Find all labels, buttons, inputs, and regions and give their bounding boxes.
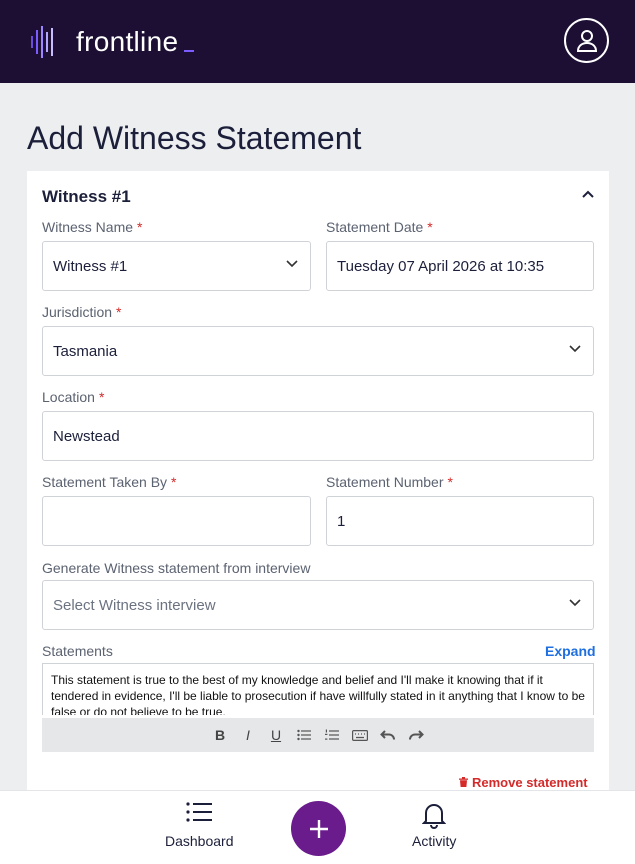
nav-activity[interactable]: Activity [412, 801, 456, 849]
nav-dashboard-label: Dashboard [165, 833, 234, 849]
statement-number-label: Statement Number * [326, 474, 453, 490]
user-icon [576, 29, 597, 52]
redo-icon[interactable] [408, 729, 424, 741]
witness-name-select[interactable]: Witness #1 [42, 241, 311, 291]
location-value: Newstead [53, 427, 120, 445]
keyboard-icon[interactable] [352, 729, 368, 741]
plus-icon [309, 819, 328, 838]
trash-icon [459, 777, 468, 787]
witness-name-value: Witness #1 [53, 257, 128, 275]
chevron-up-icon[interactable] [581, 189, 595, 199]
nav-dashboard[interactable]: Dashboard [165, 801, 234, 849]
statements-label: Statements [42, 643, 113, 659]
brand-name: frontline [76, 26, 179, 57]
numbered-list-icon[interactable] [324, 729, 340, 741]
statement-date-label: Statement Date * [326, 219, 433, 235]
location-label: Location * [42, 389, 105, 405]
statement-editor[interactable]: This statement is true to the best of my… [42, 663, 594, 715]
top-bar: frontline [0, 0, 635, 83]
statement-number-input[interactable]: 1 [326, 496, 594, 546]
jurisdiction-value: Tasmania [53, 342, 118, 360]
add-button[interactable] [291, 801, 346, 856]
bottom-nav: Dashboard Activity [0, 790, 635, 864]
interview-placeholder: Select Witness interview [53, 596, 216, 614]
chevron-down-icon [286, 260, 298, 268]
bullet-list-icon[interactable] [296, 729, 312, 741]
statement-date-value: Tuesday 07 April 2026 at 10:35 [337, 257, 545, 275]
interview-select[interactable]: Select Witness interview [42, 580, 594, 630]
brand-cursor [184, 50, 195, 52]
witness-card: Witness #1 Witness Name * Witness #1 Stat… [27, 171, 609, 811]
jurisdiction-label: Jurisdiction * [42, 304, 122, 320]
jurisdiction-select[interactable]: Tasmania [42, 326, 594, 376]
taken-by-input[interactable] [42, 496, 311, 546]
statement-number-value: 1 [337, 512, 346, 530]
witness-heading: Witness #1 [42, 187, 131, 206]
nav-activity-label: Activity [412, 833, 457, 849]
undo-icon[interactable] [380, 729, 396, 741]
chevron-down-icon [569, 599, 581, 607]
statement-date-field[interactable]: Tuesday 07 April 2026 at 10:35 [326, 241, 594, 291]
profile-button[interactable] [564, 18, 609, 63]
interview-label: Generate Witness statement from intervie… [42, 560, 311, 576]
taken-by-label: Statement Taken By * [42, 474, 177, 490]
list-icon [186, 802, 213, 822]
chevron-down-icon [569, 345, 581, 353]
logo-bars-icon [31, 26, 53, 58]
page-title: Add Witness Statement [27, 120, 362, 156]
editor-toolbar: B I U [42, 718, 594, 752]
bold-button[interactable]: B [212, 727, 228, 743]
bell-icon [422, 804, 447, 829]
remove-statement-button[interactable]: Remove statement [459, 775, 588, 790]
location-input[interactable]: Newstead [42, 411, 594, 461]
witness-name-label: Witness Name * [42, 219, 143, 235]
italic-button[interactable]: I [240, 727, 256, 743]
expand-link[interactable]: Expand [545, 643, 596, 659]
brand-logo[interactable]: frontline [28, 22, 195, 62]
underline-button[interactable]: U [268, 727, 284, 743]
